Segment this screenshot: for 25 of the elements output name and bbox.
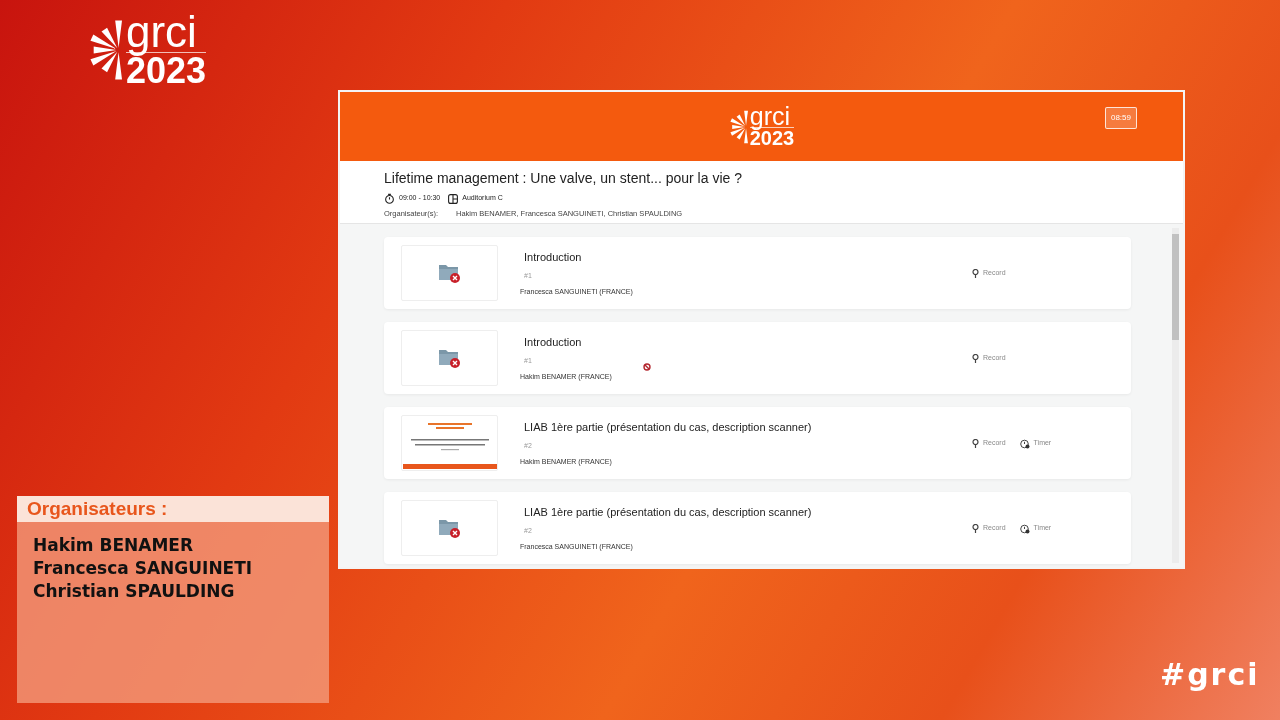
timer-icon	[1019, 523, 1030, 534]
folder-error-icon	[437, 262, 462, 285]
organiser-name: Francesca SANGUINETI	[33, 557, 254, 580]
microphone-icon	[972, 354, 979, 363]
hashtag: #grci	[1160, 656, 1260, 694]
scrollbar[interactable]	[1172, 228, 1179, 563]
folder-error-icon	[437, 347, 462, 370]
microphone-icon	[972, 524, 979, 533]
room-icon	[448, 193, 459, 204]
session-title: Lifetime management : Une valve, un stent... pour la vie ?	[384, 169, 743, 188]
talk-title: Introduction	[523, 250, 583, 265]
panel-heading: Organisateurs :	[27, 496, 168, 521]
starburst-icon	[88, 19, 122, 82]
talk-title: LIAB 1ère partie (présentation du cas, description scanner)	[523, 420, 813, 435]
stopwatch-icon	[384, 193, 395, 204]
starburst-icon	[728, 109, 748, 144]
timer-icon	[1019, 438, 1030, 449]
talk-title: LIAB 1ère partie (présentation du cas, description scanner)	[523, 505, 813, 520]
folder-error-icon	[437, 517, 462, 540]
organiser-name: Christian SPAULDING	[33, 580, 236, 603]
talk-title: Introduction	[523, 335, 583, 350]
clock-badge: 08:59	[1104, 107, 1137, 129]
microphone-icon	[972, 439, 979, 448]
organiser-name: Hakim BENAMER	[33, 534, 195, 557]
microphone-icon	[972, 269, 979, 278]
